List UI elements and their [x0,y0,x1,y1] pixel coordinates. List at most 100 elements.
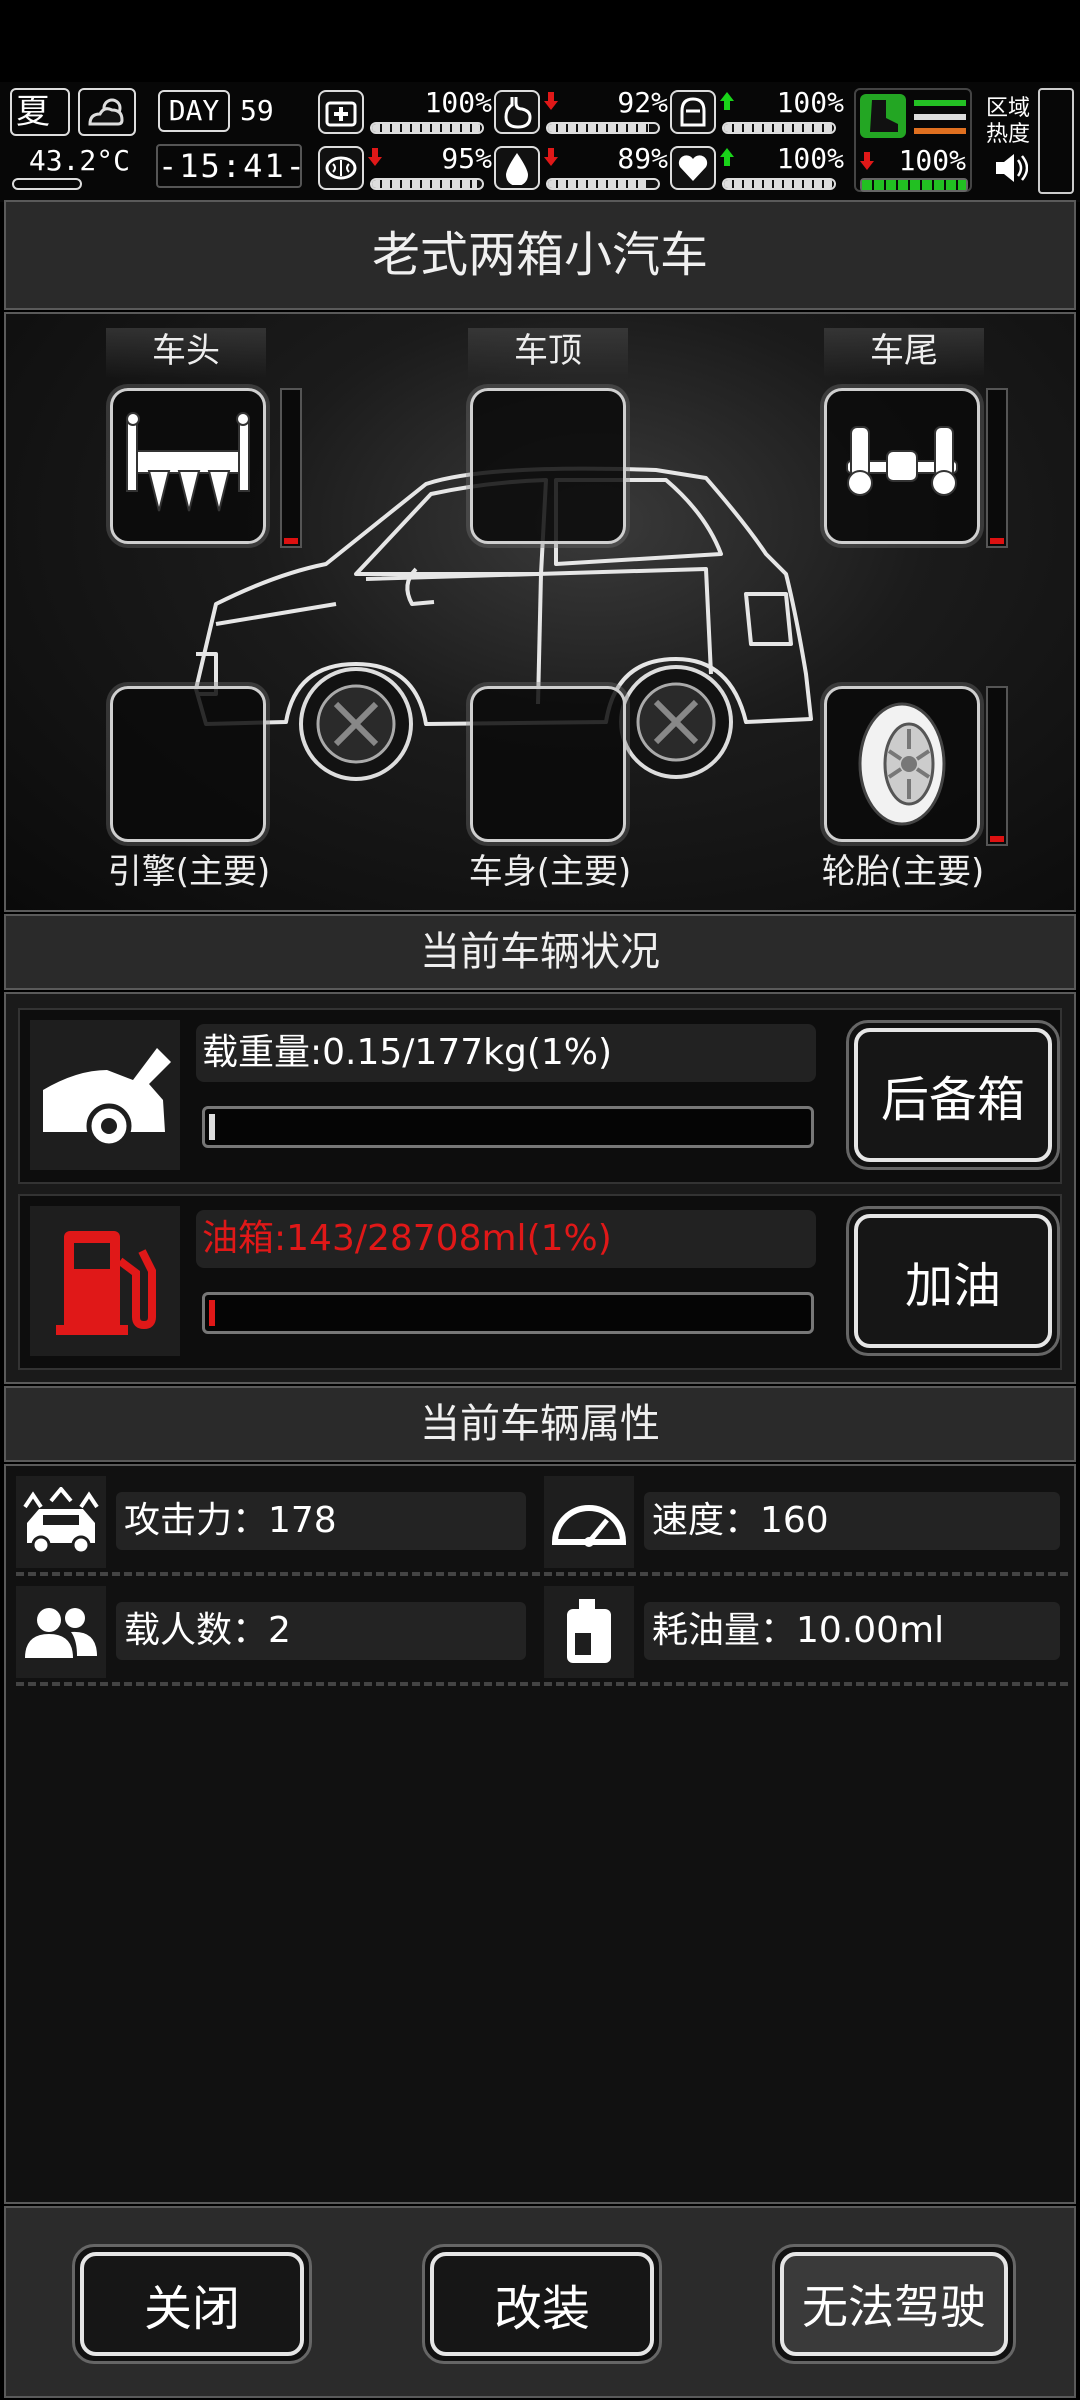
slot-label-body: 车身(主要) [468,852,632,892]
sanity-value: 95% [441,142,492,175]
health-stat: 100% [318,86,492,136]
close-button[interactable]: 关闭 [80,2252,304,2356]
tire-durability-bar [986,686,1008,846]
armor-bar [722,122,836,134]
fuel-row: 油箱:143/28708ml(1%) 加油 [18,1194,1062,1370]
stamina-panel: 100% [854,88,972,192]
heart-value: 100% [776,142,844,175]
vehicle-status-panel: 载重量:0.15/177kg(1%) 后备箱 油箱:143/28708ml(1%… [4,992,1076,1384]
status-heading: 当前车辆状况 [4,914,1076,990]
hunger-down-arrow-icon [544,92,558,110]
people-icon [16,1586,106,1678]
cargo-row: 载重量:0.15/177kg(1%) 后备箱 [18,1008,1062,1184]
armor-up-arrow-icon [720,92,734,110]
stamina-bar [860,178,968,192]
slot-label-engine: 引擎(主要) [107,852,271,892]
sanity-bar [370,178,484,190]
sanity-down-arrow-icon [368,148,382,166]
speaker-icon[interactable] [994,152,1028,184]
vehicle-parts-view: 车头 车顶 车尾 引擎(主要) 车身(主要) 轮胎(主要) [4,312,1076,912]
footer-bar: 关闭 改装 无法驾驶 [4,2206,1076,2398]
refuel-button-frame: 加油 [846,1206,1060,1356]
front-durability-bar [280,388,302,548]
medkit-icon [318,90,364,134]
water-stat: 89% [494,142,668,192]
health-bar [370,122,484,134]
attribute-divider [16,1682,1068,1686]
trunk-button[interactable]: 后备箱 [854,1028,1052,1162]
fuel-can-icon [544,1586,634,1678]
stamina-down-arrow-icon [860,152,874,170]
day-label: DAY [158,90,230,132]
fuel-text: 油箱:143/28708ml(1%) [196,1210,816,1268]
water-drop-icon [494,146,540,190]
close-button-frame: 关闭 [72,2244,312,2364]
slot-label-tires: 轮胎(主要) [821,852,985,892]
front-wheel [299,667,413,781]
drive-button[interactable]: 无法驾驶 [780,2252,1008,2356]
temperature-readout: 43.2°C [10,142,136,194]
stomach-icon [494,90,540,134]
modify-button[interactable]: 改装 [430,2252,654,2356]
cargo-bar [202,1106,814,1148]
sanity-stat: 95% [318,142,492,192]
vehicle-attributes-panel: 攻击力：178 速度：160 载人数：2 耗油量：10.00ml [4,1464,1076,2204]
season-indicator: 夏 [10,88,70,136]
stamina-value: 100% [898,144,966,177]
page-title: 老式两箱小汽车 [4,200,1076,310]
spiked-car-icon [16,1476,106,1568]
speed-attribute: 速度：160 [544,1476,1064,1568]
speed-label: 速度：160 [644,1492,1060,1550]
slot-label-rear: 车尾 [824,328,984,378]
zone-heat-bar [1038,88,1074,194]
hunger-bar [546,122,660,134]
tires-slot[interactable] [824,686,980,842]
cargo-text: 载重量:0.15/177kg(1%) [196,1024,816,1082]
attack-label: 攻击力：178 [116,1492,526,1550]
weather-icon [78,88,136,136]
fuel-pump-icon [30,1206,180,1356]
trunk-car-icon [30,1020,180,1170]
rear-slot[interactable] [824,388,980,544]
modify-button-frame: 改装 [422,2244,662,2364]
armor-stat: 100% [670,86,844,136]
hunger-stat: 92% [494,86,668,136]
attribute-divider [16,1572,1068,1576]
water-bar [546,178,660,190]
roof-slot[interactable] [470,388,626,544]
tire-icon [858,702,946,826]
speedometer-icon [544,1476,634,1568]
passengers-attribute: 载人数：2 [16,1586,536,1678]
rear-axle-icon [846,426,958,496]
heart-bar [722,178,836,190]
slot-label-roof: 车顶 [468,328,628,378]
zone-heat-label: 区域热度 [986,96,1031,147]
water-value: 89% [617,142,668,175]
rear-wheel [619,665,733,779]
body-slot[interactable] [470,686,626,842]
helmet-icon [670,90,716,134]
temperature-value: 43.2°C [28,144,130,177]
refuel-button[interactable]: 加油 [854,1214,1052,1348]
rear-durability-bar [986,388,1008,548]
game-clock: -15:41- [156,144,305,188]
engine-slot[interactable] [110,686,266,842]
trunk-button-frame: 后备箱 [846,1020,1060,1170]
passengers-label: 载人数：2 [116,1602,526,1660]
boot-icon [860,94,966,138]
attack-attribute: 攻击力：178 [16,1476,536,1568]
fuel-bar [202,1292,814,1334]
slot-label-front: 车头 [106,328,266,378]
armor-value: 100% [776,86,844,119]
hunger-value: 92% [617,86,668,119]
status-hud: 夏 43.2°C DAY 59 -15:41- 100% 92% 100% 95… [0,82,1080,202]
thermometer-icon [12,178,82,190]
water-down-arrow-icon [544,148,558,166]
front-slot[interactable] [110,388,266,544]
attributes-heading: 当前车辆属性 [4,1386,1076,1462]
heart-stat: 100% [670,142,844,192]
drive-button-frame: 无法驾驶 [772,2244,1016,2364]
heart-icon [670,146,716,190]
health-value: 100% [424,86,492,119]
fuel-use-attribute: 耗油量：10.00ml [544,1586,1064,1678]
